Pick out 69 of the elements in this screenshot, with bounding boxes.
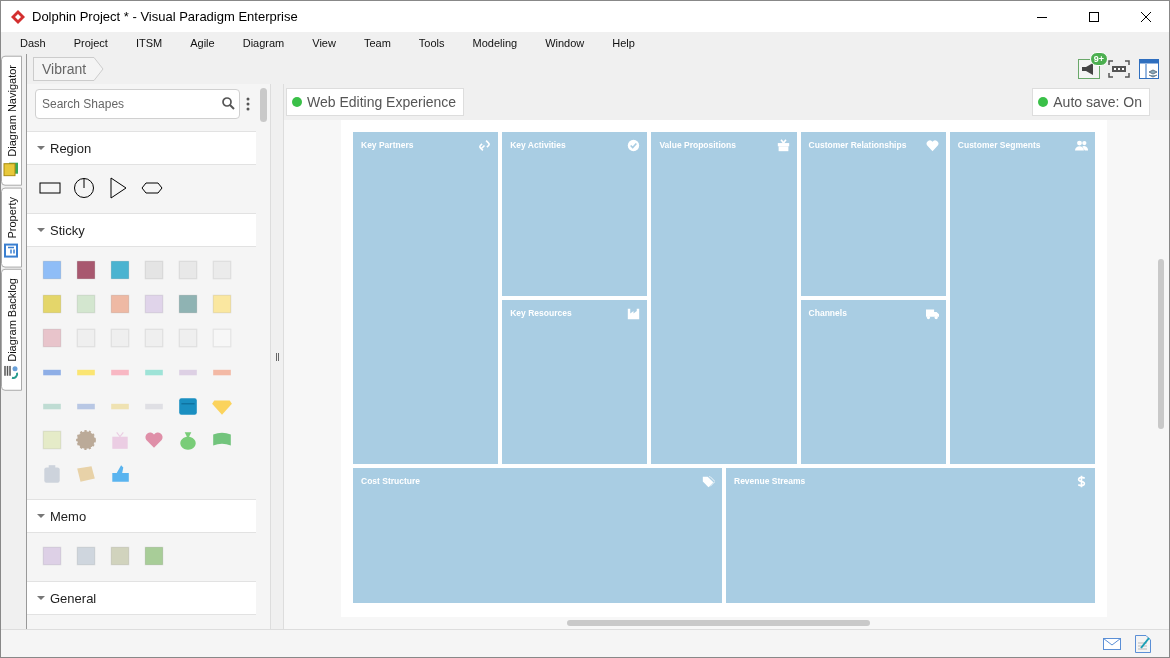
sticky-note-icon[interactable]	[109, 463, 131, 485]
block-title: Customer Relationships	[808, 140, 907, 150]
side-tab[interactable]: Property	[1, 187, 22, 268]
window-layers-icon	[1139, 59, 1159, 79]
property-icon	[3, 242, 20, 259]
side-tab[interactable]: Diagram Navigator	[1, 56, 22, 186]
search-icon	[222, 97, 235, 110]
factory-icon	[627, 307, 641, 320]
link-icon	[478, 139, 492, 152]
block-title: Cost Structure	[361, 476, 421, 486]
expand-caret-icon	[37, 512, 45, 520]
breadcrumb-arrow-icon	[94, 57, 105, 81]
block-title: Key Partners	[361, 140, 414, 150]
tag-icon	[702, 475, 715, 488]
heart-icon	[925, 139, 939, 152]
menu-item[interactable]: Help	[598, 37, 649, 49]
envelope-icon[interactable]	[1103, 637, 1121, 650]
expand-caret-icon	[37, 226, 45, 234]
expand-caret-icon	[37, 144, 45, 152]
side-tab[interactable]: Diagram Backlog	[1, 269, 22, 392]
status-dot	[292, 97, 302, 107]
close-icon	[1141, 11, 1151, 22]
dollar-icon	[1075, 475, 1088, 488]
autosave-indicator[interactable]: Auto save: On	[1032, 88, 1150, 116]
menu-item[interactable]: View	[298, 37, 350, 49]
section-header[interactable]: Sticky	[27, 213, 256, 247]
web-editing-badge[interactable]: Web Editing Experience	[286, 88, 465, 116]
splitter-handle[interactable]	[275, 352, 279, 361]
block-title: Key Activities	[510, 140, 566, 150]
clock-icon[interactable]	[73, 177, 95, 199]
window-title: Dolphin Project * - Visual Paradigm Enterprise	[32, 9, 299, 24]
gift-icon	[776, 139, 790, 152]
section-header[interactable]: Memo	[27, 499, 256, 533]
menu-item[interactable]: Modeling	[458, 37, 532, 49]
block-title: Customer Segments	[957, 140, 1041, 150]
menu-item[interactable]: Tools	[404, 37, 459, 49]
app-logo-icon	[10, 8, 26, 25]
block-title: Value Propositions	[659, 140, 736, 150]
menu-item[interactable]: Project	[59, 37, 122, 49]
folder-icon	[3, 160, 20, 177]
menu-item[interactable]: Window	[531, 37, 599, 49]
sticky-note-icon[interactable]	[177, 395, 199, 417]
menu-item[interactable]: Team	[349, 37, 405, 49]
menu-item[interactable]: Dash	[9, 37, 60, 49]
triangle-icon[interactable]	[107, 177, 129, 199]
block-title: Channels	[808, 308, 847, 318]
sticky-note-icon[interactable]	[75, 429, 97, 451]
menu-item[interactable]: ITSM	[121, 37, 177, 49]
document-pen-icon[interactable]	[1135, 634, 1151, 653]
menu-item[interactable]: Diagram	[228, 37, 299, 49]
check-icon	[627, 139, 641, 152]
menu-item[interactable]: Agile	[176, 37, 229, 49]
truck-icon	[925, 307, 939, 320]
maximize-icon	[1089, 11, 1099, 22]
scrollbar-thumb[interactable]	[1158, 259, 1164, 429]
layers-panel-button[interactable]	[1137, 58, 1161, 80]
fit-view-icon	[1108, 60, 1130, 78]
block-title: Revenue Streams	[734, 476, 806, 486]
expand-caret-icon	[37, 594, 45, 602]
section-header[interactable]: Region	[27, 131, 256, 165]
scrollbar-thumb[interactable]	[259, 88, 267, 122]
users-icon	[1075, 139, 1088, 152]
section-header[interactable]: General	[27, 581, 256, 615]
block-title: Key Resources	[510, 308, 572, 318]
scrollbar-thumb[interactable]	[567, 620, 870, 626]
status-dot	[1038, 97, 1049, 107]
more-options-icon[interactable]	[246, 97, 250, 111]
search-field[interactable]: Search Shapes	[35, 89, 240, 119]
fit-view-button[interactable]	[1107, 58, 1131, 80]
